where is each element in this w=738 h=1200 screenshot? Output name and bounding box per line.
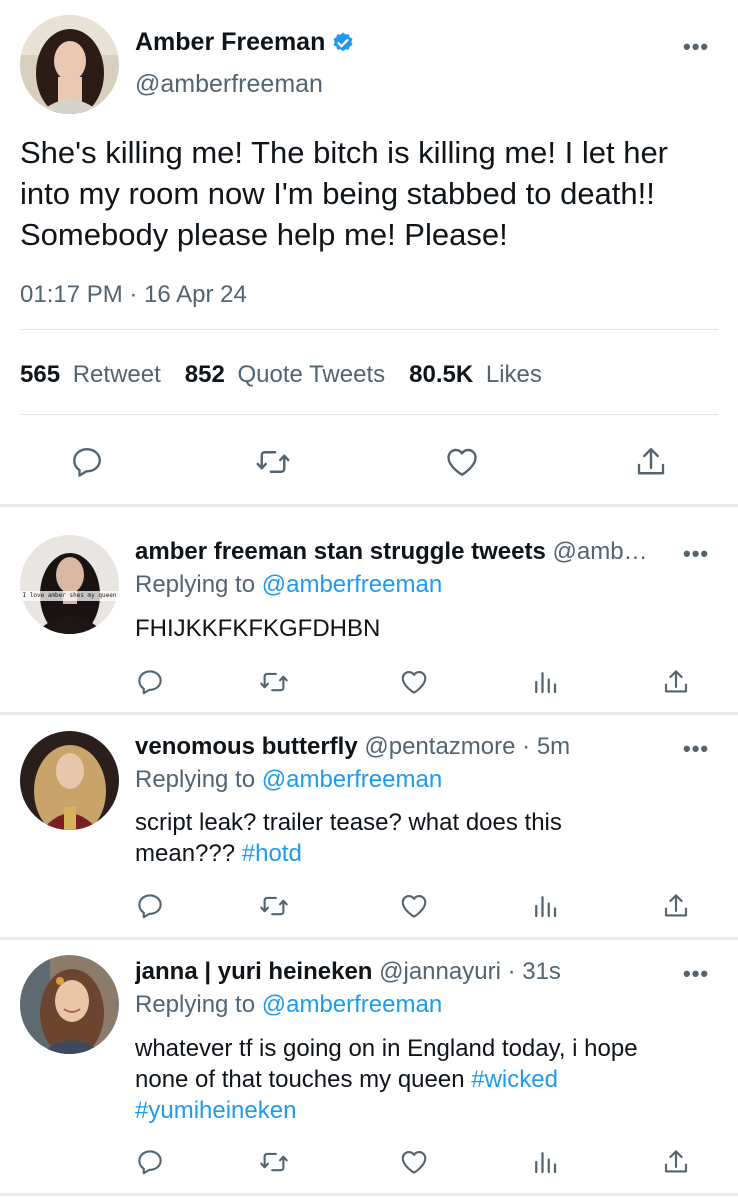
replying-to-prefix: Replying to xyxy=(135,991,256,1018)
retweet-icon[interactable] xyxy=(258,891,290,921)
reply-text-part: none of that touches my queen xyxy=(135,1066,472,1093)
handle[interactable]: @jannayuri xyxy=(379,958,501,985)
like-icon[interactable] xyxy=(398,891,430,921)
more-options-icon[interactable]: ••• xyxy=(683,36,709,58)
avatar[interactable] xyxy=(20,955,119,1054)
replying-to-prefix: Replying to xyxy=(135,766,256,793)
likes-label: Likes xyxy=(485,361,542,388)
replying-to: Replying to @amberfreeman xyxy=(135,991,442,1019)
section-divider xyxy=(0,712,738,715)
hashtag-link[interactable]: #yumiheineken xyxy=(135,1097,296,1124)
display-name[interactable]: janna | yuri heineken xyxy=(135,958,372,985)
reply-text-part: script leak? trailer tease? what does th… xyxy=(135,809,562,836)
verified-badge-icon xyxy=(331,31,355,55)
more-options-icon[interactable]: ••• xyxy=(683,738,709,760)
quote-label: Quote Tweets xyxy=(237,361,386,388)
replying-to-link[interactable]: @amberfreeman xyxy=(262,766,442,793)
retweet-label: Retweet xyxy=(72,361,161,388)
likes-count: 80.5K xyxy=(409,361,474,388)
section-divider xyxy=(0,504,738,507)
reply-icon[interactable] xyxy=(69,444,105,480)
tweet-text: She's killing me! The bitch is killing m… xyxy=(20,135,669,252)
avatar[interactable] xyxy=(20,15,119,114)
retweet-stat[interactable]: 565 Retweet xyxy=(20,361,161,389)
reply-text-part: whatever tf is going on in England today… xyxy=(135,1035,638,1062)
reply-text: script leak? trailer tease? what does th… xyxy=(135,807,715,869)
like-icon[interactable] xyxy=(443,444,481,480)
share-icon[interactable] xyxy=(633,443,669,481)
avatar[interactable] xyxy=(20,731,119,830)
analytics-icon[interactable] xyxy=(530,891,560,921)
reply-text-part: mean??? xyxy=(135,840,242,867)
share-icon[interactable] xyxy=(661,890,691,922)
hashtag-link[interactable]: #hotd xyxy=(242,840,302,867)
replying-to: Replying to @amberfreeman xyxy=(135,766,442,794)
reply-icon[interactable] xyxy=(135,891,165,921)
retweet-count: 565 xyxy=(20,361,61,388)
replying-to-link[interactable]: @amberfreeman xyxy=(262,991,442,1018)
section-divider xyxy=(0,937,738,940)
handle[interactable]: @amberfreeman xyxy=(135,70,323,99)
avatar-caption: I love amber shes my queen xyxy=(22,592,117,599)
handle[interactable]: @pentazmore xyxy=(364,733,515,760)
reply-text: whatever tf is going on in England today… xyxy=(135,1033,725,1126)
quote-count: 852 xyxy=(184,361,225,388)
like-icon[interactable] xyxy=(398,1147,430,1177)
reply-icon[interactable] xyxy=(135,667,165,697)
section-divider xyxy=(0,1193,738,1196)
quote-stat[interactable]: 852 Quote Tweets xyxy=(185,361,385,389)
replying-to: Replying to @amberfreeman xyxy=(135,571,442,599)
analytics-icon[interactable] xyxy=(530,667,560,697)
retweet-icon[interactable] xyxy=(258,1147,290,1177)
reply-text-part: FHIJKKFKFKGFDHBN xyxy=(135,615,381,642)
more-options-icon[interactable]: ••• xyxy=(683,543,709,565)
retweet-icon[interactable] xyxy=(258,667,290,697)
display-name[interactable]: Amber Freeman xyxy=(135,28,325,57)
display-name[interactable]: venomous butterfly xyxy=(135,733,358,760)
like-icon[interactable] xyxy=(398,667,430,697)
avatar[interactable]: I love amber shes my queen xyxy=(20,535,119,634)
reply-icon[interactable] xyxy=(135,1147,165,1177)
timestamp[interactable]: 01:17 PM · 16 Apr 24 xyxy=(20,281,247,309)
analytics-icon[interactable] xyxy=(530,1147,560,1177)
tweet-stats: 565 Retweet 852 Quote Tweets 80.5K Likes xyxy=(20,361,542,389)
share-icon[interactable] xyxy=(661,1146,691,1178)
retweet-icon[interactable] xyxy=(254,444,292,480)
replying-to-link[interactable]: @amberfreeman xyxy=(262,571,442,598)
replying-to-prefix: Replying to xyxy=(135,571,256,598)
timestamp[interactable]: · 5m xyxy=(515,733,570,760)
likes-stat[interactable]: 80.5K Likes xyxy=(409,361,542,389)
display-name[interactable]: amber freeman stan struggle tweets xyxy=(135,538,546,565)
divider xyxy=(20,329,718,330)
hashtag-link[interactable]: #wicked xyxy=(471,1066,558,1093)
timestamp[interactable]: · 31s xyxy=(501,958,561,985)
more-options-icon[interactable]: ••• xyxy=(683,963,709,985)
reply-text: FHIJKKFKFKGFDHBN xyxy=(135,614,380,644)
divider xyxy=(20,414,718,415)
share-icon[interactable] xyxy=(661,666,691,698)
handle[interactable]: @amb… xyxy=(552,538,647,565)
